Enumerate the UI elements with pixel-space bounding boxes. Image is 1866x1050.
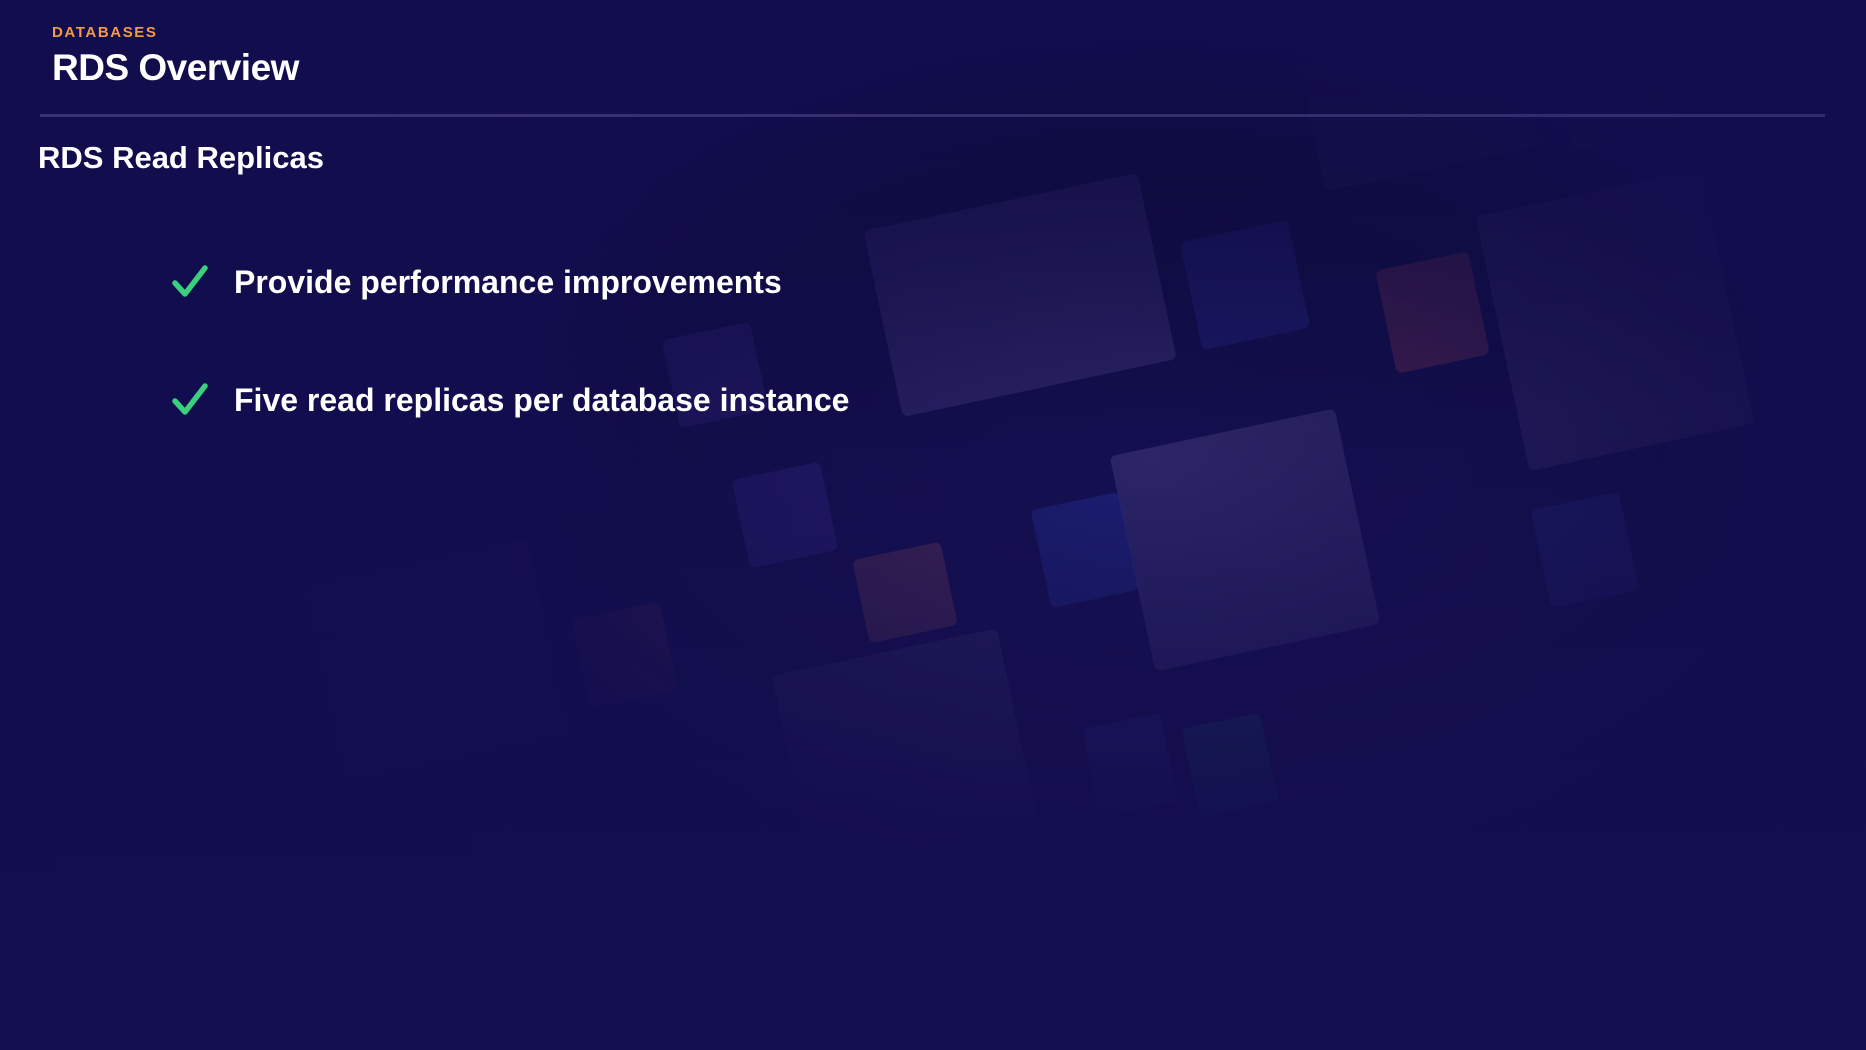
title-divider [40,114,1825,117]
bullet-text: Provide performance improvements [234,263,782,300]
bullet-item: Provide performance improvements [172,256,849,308]
check-icon [172,265,208,297]
bullet-list: Provide performance improvements Five re… [172,256,849,492]
section-label: DATABASES [52,24,158,41]
slide-header: DATABASES RDS Overview [52,24,299,89]
bullet-text: Five read replicas per database instance [234,381,850,418]
slide-subtitle: RDS Read Replicas [38,140,324,175]
slide: DATABASES RDS Overview RDS Read Replicas… [0,0,1866,1050]
bullet-item: Five read replicas per database instance [172,374,849,426]
page-title: RDS Overview [52,47,299,88]
check-icon [172,383,208,415]
